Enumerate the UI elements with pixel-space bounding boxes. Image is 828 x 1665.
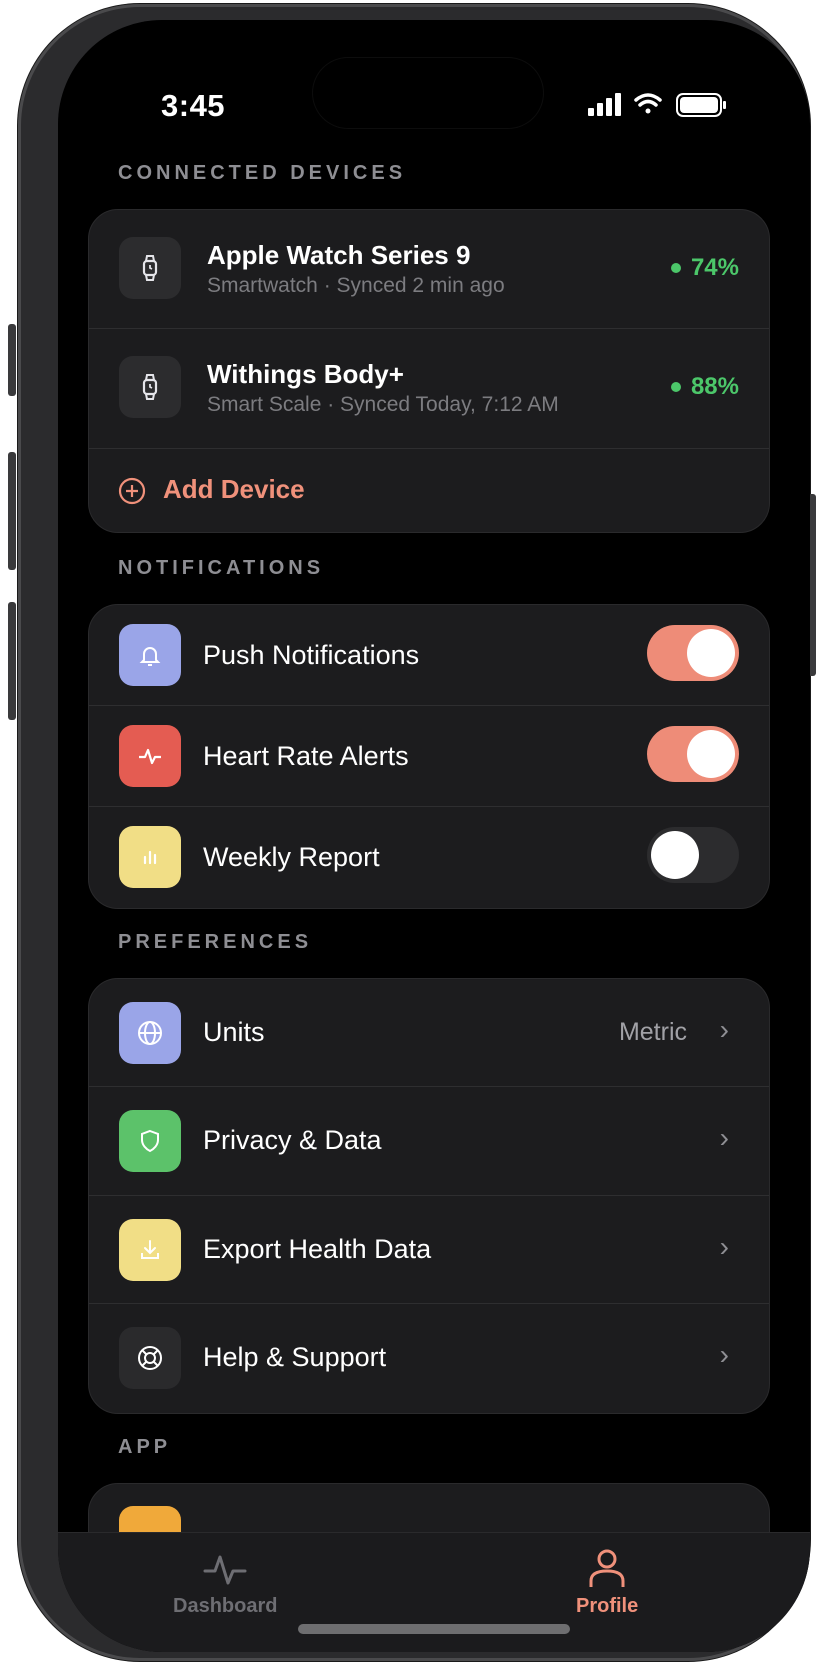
section-label-notifications: NOTIFICATIONS xyxy=(118,557,325,579)
notification-row-push: Push Notifications xyxy=(89,605,769,706)
row-label: Units xyxy=(203,1017,265,1047)
weekly-report-toggle[interactable] xyxy=(647,827,739,883)
wifi-icon xyxy=(634,93,662,114)
lifebuoy-icon xyxy=(119,1327,181,1389)
row-label: Help & Support xyxy=(203,1342,387,1372)
row-label: Export Health Data xyxy=(203,1234,432,1264)
toggle-knob xyxy=(651,831,699,879)
watch-icon xyxy=(119,237,181,299)
add-device-button[interactable]: Add Device xyxy=(89,449,769,532)
preference-row-export[interactable]: Export Health Data › xyxy=(89,1196,769,1304)
home-indicator xyxy=(298,1624,570,1634)
tab-label: Profile xyxy=(576,1595,639,1617)
section-label-devices: CONNECTED DEVICES xyxy=(118,162,407,184)
row-label: Weekly Report xyxy=(203,842,380,872)
shield-icon xyxy=(119,1110,181,1172)
preference-row-help[interactable]: Help & Support › xyxy=(89,1304,769,1413)
battery-status: 88% xyxy=(670,373,739,401)
battery-percent: 88% xyxy=(690,373,739,400)
row-label: Push Notifications xyxy=(203,640,420,670)
notification-row-heart: Heart Rate Alerts xyxy=(89,706,769,807)
dynamic-island xyxy=(313,58,543,128)
status-dot xyxy=(670,263,681,273)
toggle-knob xyxy=(687,730,735,778)
tab-profile[interactable]: Profile xyxy=(576,1547,638,1618)
section-label-app: APP xyxy=(118,1436,172,1458)
battery-status: 74% xyxy=(670,254,739,282)
tab-label: Dashboard xyxy=(173,1595,278,1617)
chevron-right-icon: › xyxy=(719,1339,729,1370)
chevron-right-icon: › xyxy=(719,1122,729,1153)
preference-row-units[interactable]: Units Metric › xyxy=(89,979,769,1087)
device-name: Apple Watch Series 9 xyxy=(207,240,471,270)
activity-icon xyxy=(203,1555,247,1585)
devices-card: Apple Watch Series 9 Smartwatch · Synced… xyxy=(88,209,770,533)
chevron-right-icon: › xyxy=(719,1014,729,1045)
add-device-label: Add Device xyxy=(163,474,305,504)
units-value: Metric xyxy=(618,1018,687,1046)
phone-frame: 3:45 CONNECTED DEVICES Apple Watch Serie… xyxy=(8,4,816,1661)
watch-icon xyxy=(119,356,181,418)
row-label: Privacy & Data xyxy=(203,1125,382,1155)
screen: 3:45 CONNECTED DEVICES Apple Watch Serie… xyxy=(58,20,810,1652)
device-subtitle: Smartwatch · Synced 2 min ago xyxy=(207,274,505,297)
device-row[interactable]: Apple Watch Series 9 Smartwatch · Synced… xyxy=(89,210,769,329)
download-icon xyxy=(119,1219,181,1281)
status-icons xyxy=(588,93,726,117)
device-subtitle: Smart Scale · Synced Today, 7:12 AM xyxy=(207,393,559,416)
section-label-preferences: PREFERENCES xyxy=(118,931,313,953)
heart-pulse-icon xyxy=(119,725,181,787)
volume-down-button xyxy=(8,602,16,720)
person-icon xyxy=(589,1549,625,1587)
heart-rate-alerts-toggle[interactable] xyxy=(647,726,739,782)
notification-row-weekly: Weekly Report xyxy=(89,807,769,908)
bell-icon xyxy=(119,624,181,686)
plus-circle-icon xyxy=(118,477,146,505)
volume-up-button xyxy=(8,452,16,570)
tab-bar: Dashboard Profile xyxy=(58,1532,810,1652)
device-row[interactable]: Withings Body+ Smart Scale · Synced Toda… xyxy=(89,329,769,449)
battery-percent: 74% xyxy=(690,254,739,281)
toggle-knob xyxy=(687,629,735,677)
status-dot xyxy=(670,382,681,392)
action-button xyxy=(8,324,16,396)
chevron-right-icon: › xyxy=(719,1231,729,1262)
bar-chart-icon xyxy=(119,826,181,888)
device-name: Withings Body+ xyxy=(207,359,404,389)
preference-row-privacy[interactable]: Privacy & Data › xyxy=(89,1087,769,1196)
preferences-card: Units Metric › Privacy & Data › Export H… xyxy=(88,978,770,1414)
battery-icon xyxy=(676,93,726,117)
tab-dashboard[interactable]: Dashboard xyxy=(173,1549,277,1618)
notifications-card: Push Notifications Heart Rate Alerts Wee… xyxy=(88,604,770,909)
status-time: 3:45 xyxy=(161,88,226,123)
row-label: Heart Rate Alerts xyxy=(203,741,409,771)
push-notifications-toggle[interactable] xyxy=(647,625,739,681)
globe-icon xyxy=(119,1002,181,1064)
signal-icon xyxy=(588,93,621,116)
